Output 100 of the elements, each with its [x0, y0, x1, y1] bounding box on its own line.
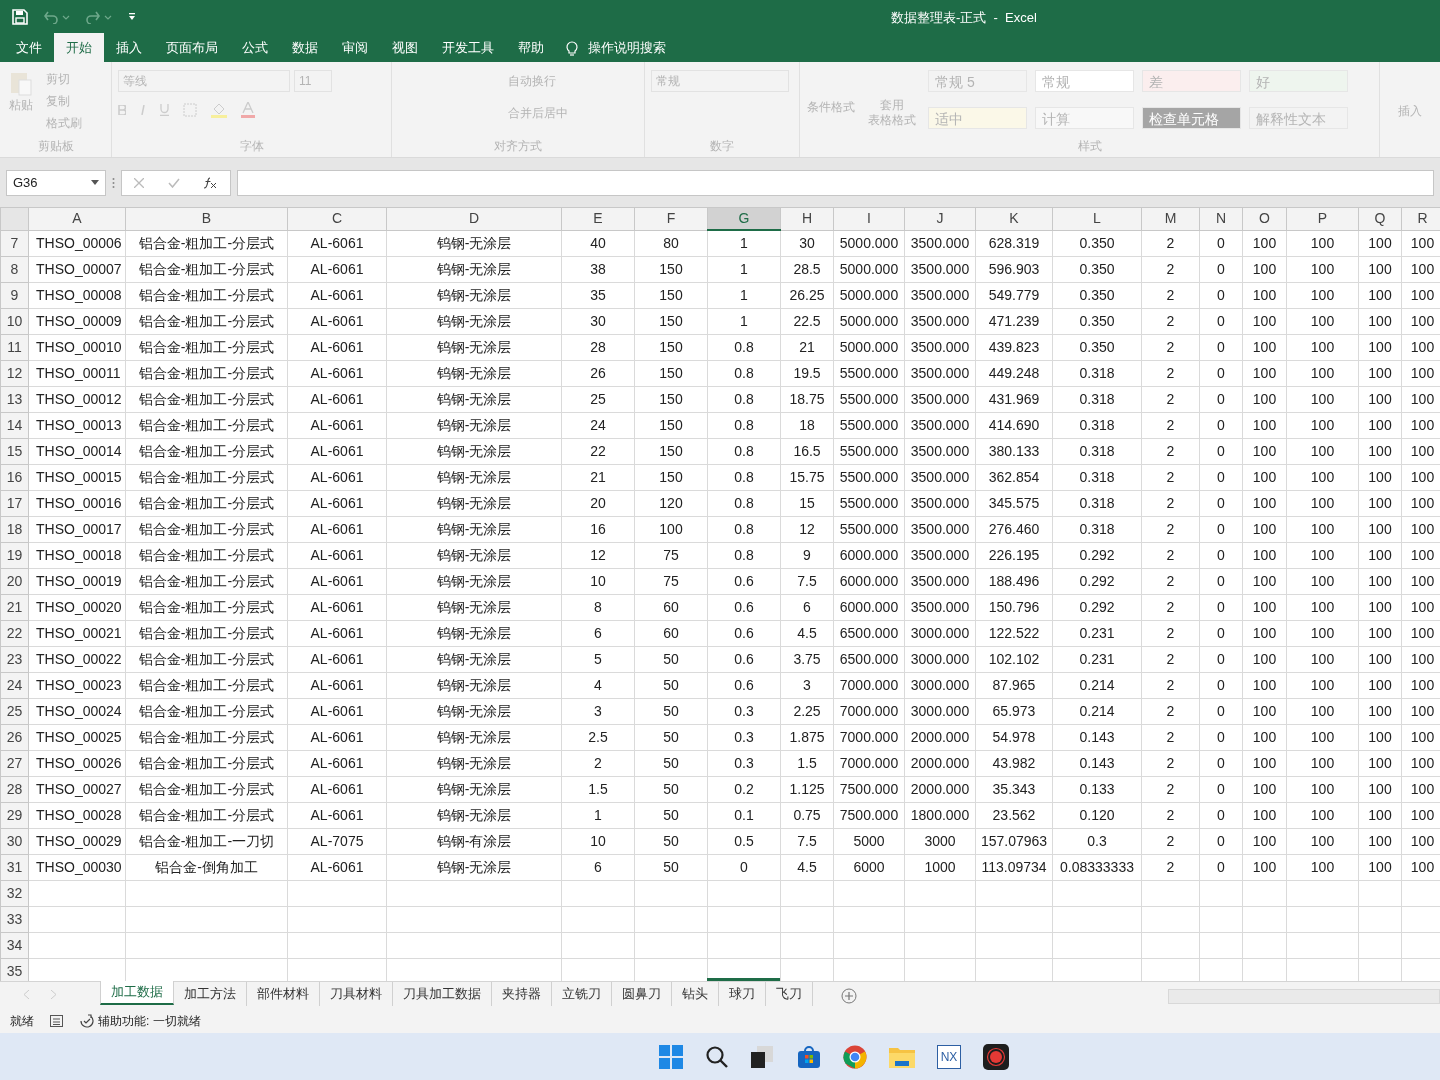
sheet-tab[interactable]: 飞刀 [766, 982, 813, 1006]
horizontal-scrollbar[interactable] [1168, 989, 1440, 1004]
sheet-tab[interactable]: 立铣刀 [552, 982, 612, 1006]
column-header[interactable]: C [287, 207, 387, 230]
save-icon[interactable] [12, 8, 28, 25]
row-header[interactable]: 31 [0, 854, 29, 880]
column-header[interactable]: B [125, 207, 288, 230]
menu-tab[interactable]: 数据 [280, 33, 330, 62]
table-cell: 2 [1141, 542, 1200, 568]
column-header[interactable]: R [1401, 207, 1440, 230]
row-header[interactable]: 21 [0, 594, 29, 620]
macro-icon[interactable] [50, 1014, 63, 1027]
menu-tab[interactable]: 文件 [4, 33, 54, 62]
column-header[interactable]: M [1141, 207, 1200, 230]
row-header[interactable]: 32 [0, 880, 29, 906]
search-help-field[interactable]: 操作说明搜索 [588, 37, 666, 58]
nx-app-icon[interactable]: NX [937, 1044, 961, 1069]
column-header[interactable]: I [833, 207, 905, 230]
start-icon[interactable] [659, 1044, 683, 1069]
table-cell: 100 [1286, 230, 1359, 256]
column-header[interactable]: A [28, 207, 126, 230]
column-header[interactable]: Q [1358, 207, 1402, 230]
browser-icon[interactable] [843, 1044, 867, 1069]
column-header[interactable]: F [634, 207, 708, 230]
check-icon[interactable] [168, 177, 180, 188]
accessibility-icon[interactable] [79, 1013, 95, 1028]
recorder-icon[interactable] [983, 1043, 1009, 1070]
column-header[interactable]: L [1052, 207, 1142, 230]
accessibility-status[interactable]: 辅助功能: 一切就绪 [98, 1011, 201, 1030]
menu-tab[interactable]: 审阅 [330, 33, 380, 62]
sheet-tab[interactable]: 加工方法 [174, 982, 247, 1006]
row-header[interactable]: 16 [0, 464, 29, 490]
row-header[interactable]: 24 [0, 672, 29, 698]
row-header[interactable]: 30 [0, 828, 29, 854]
column-header[interactable]: J [904, 207, 976, 230]
undo-icon[interactable] [44, 9, 70, 24]
sheet-tab[interactable]: 球刀 [719, 982, 766, 1006]
menu-tab[interactable]: 帮助 [506, 33, 556, 62]
row-header[interactable]: 18 [0, 516, 29, 542]
table-cell: 0 [1199, 282, 1243, 308]
column-header[interactable]: E [561, 207, 635, 230]
row-header[interactable]: 12 [0, 360, 29, 386]
row-header[interactable]: 22 [0, 620, 29, 646]
search-icon[interactable] [705, 1044, 729, 1069]
sheet-tab[interactable]: 刀具加工数据 [393, 982, 492, 1006]
column-header[interactable]: G [707, 207, 781, 230]
column-header[interactable]: N [1199, 207, 1243, 230]
add-sheet-icon[interactable] [841, 988, 857, 1004]
row-header[interactable]: 33 [0, 906, 29, 932]
table-cell: 54.978 [975, 724, 1053, 750]
menu-tab[interactable]: 公式 [230, 33, 280, 62]
row-header[interactable]: 17 [0, 490, 29, 516]
row-header[interactable]: 9 [0, 282, 29, 308]
menu-tab[interactable]: 开始 [54, 33, 104, 62]
row-header[interactable]: 35 [0, 958, 29, 981]
column-header[interactable]: P [1286, 207, 1359, 230]
sheet-tab[interactable]: 夹持器 [492, 982, 552, 1006]
row-header[interactable]: 34 [0, 932, 29, 958]
sheet-tab[interactable]: 部件材料 [247, 982, 320, 1006]
dropdown-icon[interactable] [91, 180, 99, 185]
row-header[interactable]: 23 [0, 646, 29, 672]
cancel-icon[interactable] [134, 177, 144, 188]
name-box[interactable]: G36 [6, 169, 106, 196]
lightbulb-icon[interactable] [566, 39, 578, 56]
menu-tab[interactable]: 插入 [104, 33, 154, 62]
formula-bar[interactable] [237, 169, 1434, 196]
column-header[interactable]: K [975, 207, 1053, 230]
table-cell: 0.231 [1052, 646, 1142, 672]
column-header[interactable]: H [780, 207, 834, 230]
row-header[interactable]: 11 [0, 334, 29, 360]
row-header[interactable]: 27 [0, 750, 29, 776]
row-header[interactable]: 8 [0, 256, 29, 282]
customize-icon[interactable] [128, 12, 136, 21]
sheet-tab[interactable]: 加工数据 [100, 981, 174, 1005]
row-header[interactable]: 14 [0, 412, 29, 438]
menu-tab[interactable]: 页面布局 [154, 33, 230, 62]
table-cell: 6 [561, 620, 635, 646]
column-header[interactable]: D [386, 207, 562, 230]
row-header[interactable]: 26 [0, 724, 29, 750]
table-cell: 100 [1286, 724, 1359, 750]
row-header[interactable]: 7 [0, 230, 29, 256]
row-header[interactable]: 25 [0, 698, 29, 724]
store-icon[interactable] [797, 1044, 821, 1069]
row-header[interactable]: 15 [0, 438, 29, 464]
sheet-tab[interactable]: 钻头 [672, 982, 719, 1006]
row-header[interactable]: 20 [0, 568, 29, 594]
menu-tab[interactable]: 开发工具 [430, 33, 506, 62]
menu-tab[interactable]: 视图 [380, 33, 430, 62]
row-header[interactable]: 13 [0, 386, 29, 412]
redo-icon[interactable] [86, 9, 112, 24]
column-header[interactable]: O [1242, 207, 1287, 230]
folder-icon[interactable] [889, 1045, 915, 1068]
row-header[interactable]: 10 [0, 308, 29, 334]
sheet-tab[interactable]: 刀具材料 [320, 982, 393, 1006]
row-header[interactable]: 29 [0, 802, 29, 828]
task-view-icon[interactable] [751, 1045, 775, 1068]
function-icon[interactable] [204, 176, 218, 189]
row-header[interactable]: 19 [0, 542, 29, 568]
row-header[interactable]: 28 [0, 776, 29, 802]
sheet-tab[interactable]: 圆鼻刀 [612, 982, 672, 1006]
